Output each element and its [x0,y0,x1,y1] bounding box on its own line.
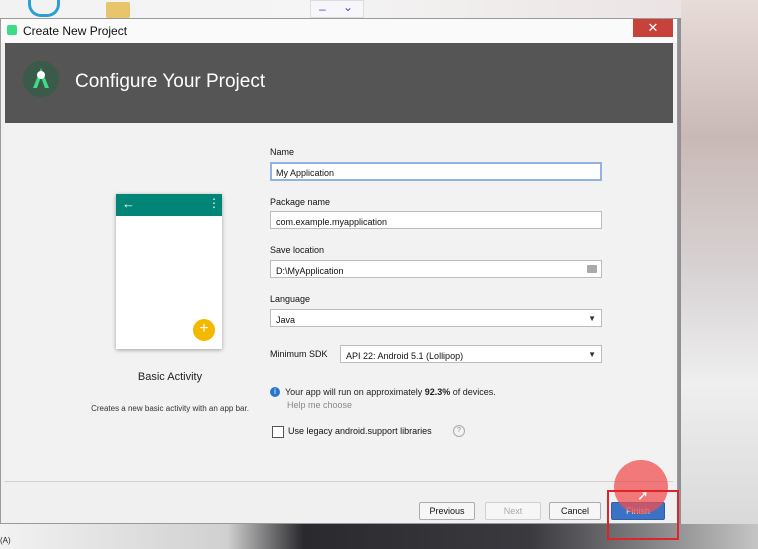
device-coverage-info: Your app will run on approximately 92.3%… [285,387,496,397]
folder-icon[interactable] [106,2,130,18]
name-label: Name [270,147,295,157]
dropdown-arrow-icon[interactable]: ▼ [588,350,596,359]
save-location-label: Save location [270,245,325,255]
save-location-value: D:\MyApplication [276,266,344,276]
android-studio-logo-icon [23,61,59,97]
language-value: Java [276,315,296,325]
name-field[interactable]: My Application [270,162,602,181]
language-label: Language [270,294,311,304]
wizard-header: Configure Your Project [5,43,673,123]
minimum-sdk-label: Minimum SDK [270,349,328,359]
back-arrow-icon: ← [122,196,135,211]
info-percent: 92.3% [424,387,451,397]
chevron-down-icon[interactable]: ⌄ [343,0,353,14]
minimum-sdk-value: API 22: Android 5.1 (Lollipop) [346,351,464,361]
floating-toolbar[interactable]: – ⌄ [310,0,364,18]
browse-folder-icon[interactable] [587,265,597,273]
android-studio-icon [7,25,17,35]
more-vert-icon: ⋮ [208,196,220,210]
desktop-background-right [681,0,758,549]
save-location-field[interactable]: D:\MyApplication [270,260,602,278]
title-bar: Create New Project ✕ [1,19,677,43]
help-question-icon[interactable]: ? [453,425,465,437]
minimum-sdk-select[interactable]: API 22: Android 5.1 (Lollipop) ▼ [340,345,602,363]
activity-preview: ← ⋮ + [116,194,222,349]
help-me-choose-link[interactable]: Help me choose [287,400,352,410]
activity-name: Basic Activity [137,371,203,383]
package-name-label: Package name [270,197,331,207]
close-button[interactable]: ✕ [633,19,673,37]
mouse-cursor-icon: ➚ [637,487,649,503]
minus-icon[interactable]: – [319,2,326,16]
preview-app-bar: ← ⋮ [116,194,222,216]
wizard-footer: Previous Next Cancel Finish [5,481,673,520]
info-icon: i [270,387,280,397]
legacy-support-label[interactable]: Use legacy android.support libraries [288,426,432,436]
cancel-button[interactable]: Cancel [549,502,601,520]
language-select[interactable]: Java ▼ [270,309,602,327]
package-name-field[interactable]: com.example.myapplication [270,211,602,229]
dropdown-arrow-icon[interactable]: ▼ [588,314,596,323]
fab-plus-icon: + [193,319,215,341]
page-title: Configure Your Project [75,71,266,92]
desktop-bottom-label: (A) [0,536,11,545]
window-title: Create New Project [23,24,128,38]
previous-button[interactable]: Previous [419,502,475,520]
activity-description: Creates a new basic activity with an app… [91,404,249,413]
info-suffix: of devices. [450,387,496,397]
legacy-support-checkbox[interactable] [272,426,284,438]
next-button[interactable]: Next [485,502,541,520]
wizard-content: ← ⋮ + Basic Activity Creates a new basic… [5,123,673,481]
info-prefix: Your app will run on approximately [285,387,425,397]
create-project-window: Create New Project ✕ Configure Your Proj… [0,18,678,524]
